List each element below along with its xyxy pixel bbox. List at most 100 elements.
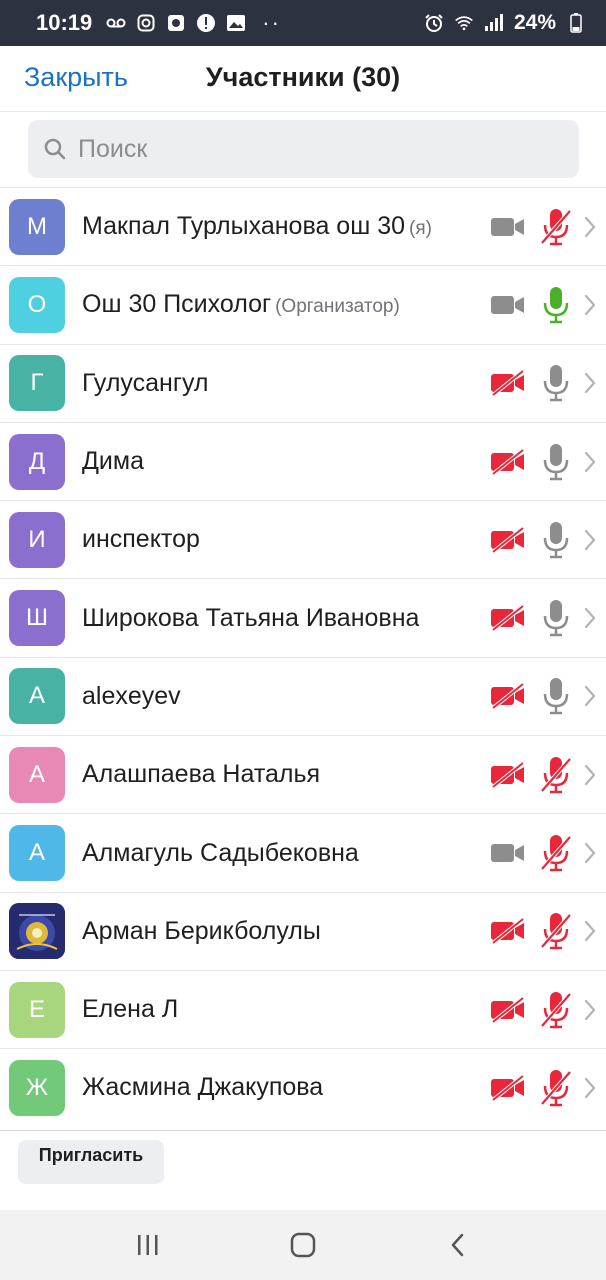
- mic-muted-icon: [538, 833, 574, 873]
- avatar: А: [9, 746, 65, 803]
- participant-row[interactable]: Ж Жасмина Джакупова: [0, 1048, 606, 1126]
- participant-row[interactable]: О Ош 30 Психолог (Организатор): [0, 265, 606, 343]
- participant-name-text: Елена Л: [82, 995, 179, 1024]
- participant-name-text: инспектор: [82, 525, 200, 554]
- signal-icon: [484, 13, 504, 33]
- participant-role-tag: (Организатор): [275, 296, 400, 318]
- avatar: Е: [9, 981, 65, 1038]
- home-icon[interactable]: [283, 1225, 323, 1265]
- mic-icon: [538, 520, 574, 560]
- mic-icon: [538, 442, 574, 482]
- battery-icon: [566, 13, 586, 33]
- participant-name: Макпал Турлыханова ош 30 (я): [82, 212, 432, 241]
- chevron-right-icon[interactable]: [582, 1075, 598, 1101]
- chevron-right-icon[interactable]: [582, 292, 598, 318]
- participant-row[interactable]: А Алашпаева Наталья: [0, 735, 606, 813]
- search-input[interactable]: [78, 134, 548, 164]
- participant-name-text: Жасмина Джакупова: [82, 1073, 324, 1102]
- avatar: А: [9, 825, 65, 882]
- video-camera-icon: [490, 835, 526, 871]
- participant-name-text: Макпал Турлыханова ош 30: [82, 212, 406, 241]
- search-icon: [42, 136, 68, 162]
- video-off-icon: [490, 1070, 526, 1106]
- battery-percent: 24%: [513, 11, 556, 34]
- video-camera-icon: [490, 209, 526, 245]
- video-off-icon: [490, 522, 526, 558]
- participant-name: Дима: [82, 447, 144, 476]
- chevron-right-icon[interactable]: [582, 449, 598, 475]
- alarm-icon: [424, 13, 444, 33]
- wifi-icon: [454, 13, 474, 33]
- app-icon: [166, 13, 186, 33]
- participant-name: Ош 30 Психолог (Организатор): [82, 290, 400, 319]
- avatar: Ш: [9, 590, 65, 647]
- chevron-right-icon[interactable]: [582, 762, 598, 788]
- chevron-right-icon[interactable]: [582, 214, 598, 240]
- video-off-icon: [490, 992, 526, 1028]
- participant-name-text: alexeyev: [82, 681, 181, 710]
- chevron-right-icon[interactable]: [582, 370, 598, 396]
- mic-icon: [538, 676, 574, 716]
- chevron-right-icon[interactable]: [582, 997, 598, 1023]
- participant-name-text: Гулусангул: [82, 368, 209, 397]
- avatar: Г: [9, 355, 65, 412]
- mic-active-icon: [538, 285, 574, 325]
- participant-name-text: Арман Берикболулы: [82, 916, 321, 945]
- participant-row[interactable]: Иинспектор: [0, 500, 606, 578]
- invite-button[interactable]: Пригласить: [18, 1140, 164, 1184]
- participant-role-tag: (я): [409, 218, 432, 240]
- avatar: Д: [9, 433, 65, 490]
- participant-row[interactable]: Арман Берикболулы: [0, 891, 606, 970]
- search-bar[interactable]: [28, 120, 579, 178]
- mic-muted-icon: [538, 207, 574, 247]
- participant-name: Елена Л: [82, 995, 178, 1024]
- mic-icon: [538, 363, 574, 403]
- mic-muted-icon: [538, 1068, 574, 1108]
- recents-icon[interactable]: [128, 1225, 168, 1265]
- voicemail-icon: [106, 13, 126, 33]
- video-off-icon: [490, 365, 526, 401]
- back-icon[interactable]: [438, 1225, 478, 1265]
- chevron-right-icon[interactable]: [582, 527, 598, 553]
- participant-row[interactable]: Г Гулусангул: [0, 343, 606, 422]
- instagram-icon: [136, 13, 156, 33]
- participant-row[interactable]: М Макпал Турлыханова ош 30 (я): [0, 187, 606, 265]
- video-off-icon: [490, 444, 526, 480]
- participant-name-text: Дима: [82, 447, 144, 476]
- video-off-icon: [490, 600, 526, 636]
- participant-name-text: Алашпаева Наталья: [82, 760, 321, 789]
- bottom-bar: Пригласить: [0, 1130, 606, 1210]
- status-time: 10:19: [36, 10, 93, 35]
- participant-name: alexeyev: [82, 682, 181, 711]
- video-off-icon: [490, 678, 526, 714]
- chevron-right-icon[interactable]: [582, 840, 598, 866]
- participant-name: инспектор: [82, 525, 200, 554]
- participant-name-text: Широкова Татьяна Ивановна: [82, 603, 420, 632]
- chevron-right-icon[interactable]: [582, 683, 598, 709]
- chevron-right-icon[interactable]: [582, 918, 598, 944]
- participant-name: Арман Берикболулы: [82, 917, 321, 946]
- participant-row[interactable]: А Алмагуль Садыбековна: [0, 813, 606, 891]
- participant-list: М Макпал Турлыханова ош 30 (я) О Ош 30 Психо…: [0, 187, 606, 1127]
- participant-name: Алмагуль Садыбековна: [82, 839, 359, 868]
- avatar: М: [9, 198, 65, 255]
- participant-name-text: Алмагуль Садыбековна: [82, 838, 359, 867]
- status-bar-right: 24%: [424, 11, 586, 35]
- avatar: О: [9, 276, 65, 333]
- participant-row[interactable]: Е Елена Л: [0, 969, 606, 1048]
- mic-icon: [538, 598, 574, 638]
- header: Закрыть Участники (30): [0, 46, 606, 112]
- avatar: И: [9, 511, 65, 568]
- mic-muted-icon: [538, 755, 574, 795]
- mic-muted-icon: [538, 911, 574, 951]
- system-nav-bar: [0, 1210, 606, 1280]
- mic-muted-icon: [538, 990, 574, 1030]
- participant-row[interactable]: Aalexeyev: [0, 656, 606, 735]
- page-title: Участники (30): [205, 62, 401, 92]
- participant-row[interactable]: Ш Широкова Татьяна Ивановна: [0, 578, 606, 656]
- participant-name: Широкова Татьяна Ивановна: [82, 604, 419, 633]
- participant-row[interactable]: Д Дима: [0, 421, 606, 500]
- alert-icon: [196, 13, 216, 33]
- chevron-right-icon[interactable]: [582, 605, 598, 631]
- participant-name: Жасмина Джакупова: [82, 1073, 323, 1102]
